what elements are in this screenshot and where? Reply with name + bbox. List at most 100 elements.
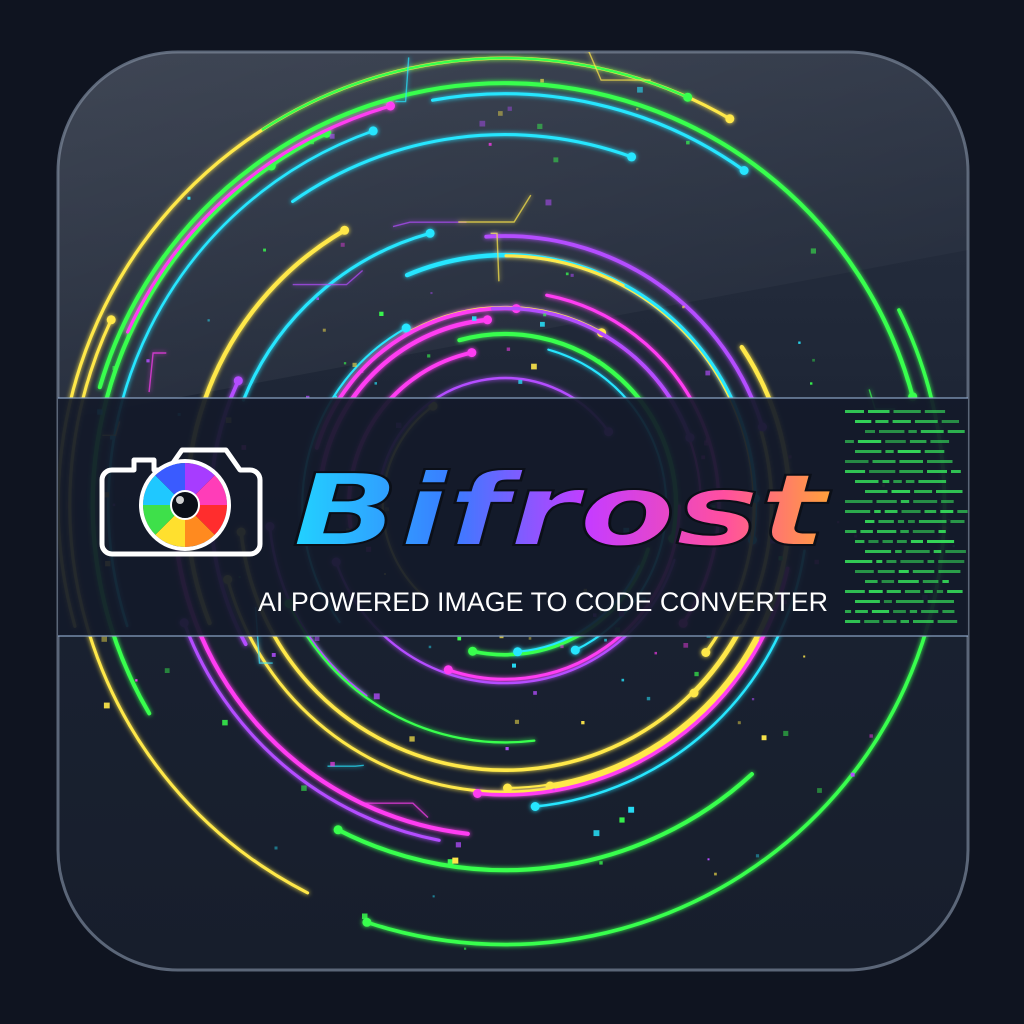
code-glyph xyxy=(845,460,869,463)
code-glyph xyxy=(882,480,890,483)
code-glyph xyxy=(893,410,921,413)
code-glyph xyxy=(883,620,897,623)
code-glyph xyxy=(855,480,879,483)
code-glyph xyxy=(876,560,883,563)
arc-end-node xyxy=(362,917,372,927)
pixel-speck xyxy=(636,107,639,111)
pixel-speck xyxy=(514,719,519,724)
code-glyph xyxy=(942,580,949,583)
code-glyph xyxy=(855,420,872,423)
arc-end-node xyxy=(468,646,478,656)
code-glyph xyxy=(897,520,905,523)
pixel-speck xyxy=(518,379,523,384)
code-glyph xyxy=(924,410,946,413)
arc-end-node xyxy=(530,802,540,811)
pixel-speck xyxy=(869,734,873,738)
code-glyph xyxy=(927,460,953,463)
code-glyph xyxy=(930,440,950,443)
code-glyph xyxy=(865,430,875,433)
pixel-speck xyxy=(751,698,755,701)
code-glyph xyxy=(938,530,946,533)
arc-end-node xyxy=(570,645,580,655)
code-glyph xyxy=(845,410,864,413)
code-glyph xyxy=(941,420,959,423)
pixel-speck xyxy=(553,157,559,163)
code-glyph xyxy=(947,590,963,593)
arc-end-node xyxy=(701,648,711,657)
pixel-speck xyxy=(310,140,314,145)
pixel-speck xyxy=(686,140,690,145)
pixel-speck xyxy=(597,359,601,363)
arc-end-node xyxy=(368,126,378,136)
code-glyph xyxy=(905,550,930,553)
code-glyph xyxy=(924,590,933,593)
code-glyph xyxy=(845,560,873,563)
pixel-speck xyxy=(512,663,516,668)
code-glyph xyxy=(855,610,868,613)
code-glyph xyxy=(886,560,897,563)
code-glyph xyxy=(845,440,854,443)
code-glyph xyxy=(871,610,890,613)
pixel-speck xyxy=(103,702,110,709)
code-glyph xyxy=(885,440,906,443)
code-glyph xyxy=(914,490,933,493)
pixel-speck xyxy=(761,735,767,741)
arc-end-node xyxy=(333,825,343,835)
arc-end-node xyxy=(233,376,243,386)
pixel-speck xyxy=(604,638,607,642)
pixel-speck xyxy=(329,133,335,139)
pixel-speck xyxy=(682,305,685,309)
code-glyph xyxy=(914,420,938,423)
pixel-speck xyxy=(164,668,170,673)
pixel-speck xyxy=(343,362,347,365)
code-glyph xyxy=(868,540,879,543)
code-glyph xyxy=(876,500,897,503)
pixel-speck xyxy=(207,319,210,322)
code-glyph xyxy=(900,530,909,533)
code-glyph xyxy=(927,600,954,603)
pixel-speck xyxy=(427,354,431,358)
pixel-speck xyxy=(472,316,477,321)
pixel-speck xyxy=(322,328,326,332)
pixel-speck xyxy=(694,671,699,677)
pixel-speck xyxy=(619,817,625,823)
arc-end-node xyxy=(627,152,637,162)
code-glyph xyxy=(922,580,939,583)
code-glyph xyxy=(899,460,923,463)
pixel-speck xyxy=(360,370,364,373)
code-glyph xyxy=(885,450,894,453)
pixel-speck xyxy=(135,679,138,682)
arc-end-node xyxy=(503,783,512,793)
code-glyph xyxy=(947,430,965,433)
code-glyph xyxy=(933,550,942,553)
code-glyph xyxy=(865,520,875,523)
arc-end-node xyxy=(106,315,116,325)
pixel-speck xyxy=(528,637,532,640)
code-glyph xyxy=(909,440,927,443)
arc-end-node xyxy=(386,101,395,111)
code-glyph xyxy=(924,510,937,513)
pixel-speck xyxy=(540,78,544,83)
code-glyph xyxy=(918,520,947,523)
code-glyph xyxy=(869,470,896,473)
code-glyph xyxy=(878,520,894,523)
pixel-speck xyxy=(560,644,564,649)
pixel-speck xyxy=(498,111,503,116)
pixel-speck xyxy=(330,761,335,767)
pixel-speck xyxy=(705,370,711,376)
pixel-speck xyxy=(850,772,855,777)
code-glyph xyxy=(893,610,906,613)
pixel-speck xyxy=(505,747,509,751)
code-glyph xyxy=(845,510,871,513)
code-glyph xyxy=(897,450,921,453)
code-glyph xyxy=(909,610,918,613)
pixel-speck xyxy=(621,678,625,682)
pixel-speck xyxy=(707,858,710,861)
code-glyph xyxy=(860,530,873,533)
code-glyph xyxy=(845,620,861,623)
pixel-speck xyxy=(187,196,191,200)
code-glyph xyxy=(855,450,882,453)
pixel-speck xyxy=(581,721,585,725)
pixel-speck xyxy=(379,311,384,316)
code-glyph xyxy=(892,420,911,423)
